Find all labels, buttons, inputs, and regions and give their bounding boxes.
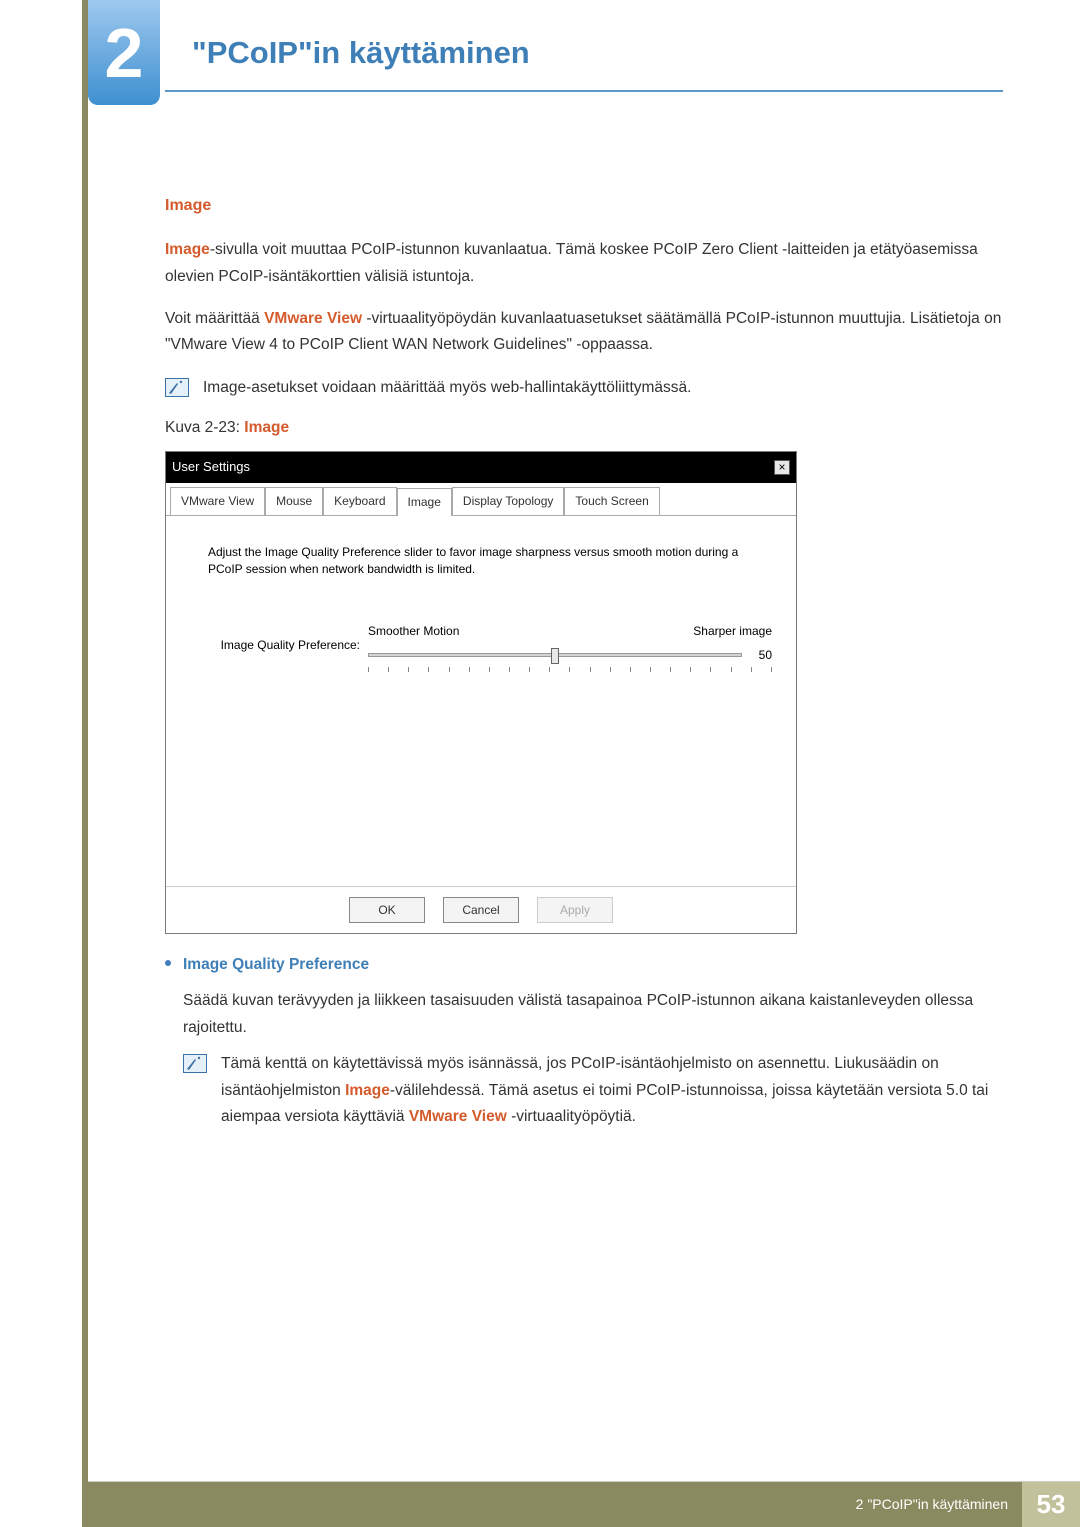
footer-divider	[88, 1481, 1080, 1482]
slider-label: Image Quality Preference:	[190, 621, 368, 655]
para1-rest: -sivulla voit muuttaa PCoIP-istunnon kuv…	[165, 241, 978, 284]
bullet-title: Image Quality Preference	[183, 952, 369, 978]
tab-display-topology[interactable]: Display Topology	[452, 487, 565, 514]
close-icon[interactable]: ×	[774, 460, 790, 475]
figcap-a: Kuva 2-23:	[165, 419, 244, 436]
slider-thumb[interactable]	[551, 648, 559, 664]
bullet-item: Image Quality Preference	[165, 952, 1003, 978]
slider-right-label: Sharper image	[693, 621, 772, 641]
dialog-description: Adjust the Image Quality Preference slid…	[208, 544, 772, 579]
paragraph-2: Voit määrittää VMware View -virtuaalityö…	[165, 306, 1003, 359]
emph-vmware: VMware View	[264, 310, 362, 327]
chapter-underline	[165, 90, 1003, 92]
tab-keyboard[interactable]: Keyboard	[323, 487, 396, 514]
note-icon	[165, 378, 189, 397]
dialog-buttons: OK Cancel Apply	[166, 886, 796, 933]
chapter-title: "PCoIP"in käyttäminen	[192, 35, 530, 71]
emph-image: Image	[165, 241, 210, 258]
note2-d: VMware View	[409, 1108, 507, 1125]
tab-touch-screen[interactable]: Touch Screen	[564, 487, 659, 514]
dialog-body: Adjust the Image Quality Preference slid…	[166, 516, 796, 886]
note-1-text: Image-asetukset voidaan määrittää myös w…	[203, 375, 1003, 401]
chapter-number-badge: 2	[88, 0, 160, 105]
bullet-paragraph: Säädä kuvan terävyyden ja liikkeen tasai…	[183, 988, 1003, 1041]
slider-row: Image Quality Preference: Smoother Motio…	[190, 621, 772, 673]
para2-a: Voit määrittää	[165, 310, 264, 327]
slider-left-label: Smoother Motion	[368, 621, 459, 641]
apply-button: Apply	[537, 897, 613, 923]
page-footer: 2 "PCoIP"in käyttäminen 53	[88, 1481, 1080, 1527]
note-icon	[183, 1054, 207, 1073]
tab-mouse[interactable]: Mouse	[265, 487, 323, 514]
note-1: Image-asetukset voidaan määrittää myös w…	[165, 375, 1003, 401]
footer-bar: 2 "PCoIP"in käyttäminen	[88, 1481, 1022, 1527]
paragraph-1: Image-sivulla voit muuttaa PCoIP-istunno…	[165, 237, 1003, 290]
dialog-tabs: VMware View Mouse Keyboard Image Display…	[166, 483, 796, 515]
slider-track-wrap: 50	[368, 645, 772, 665]
dialog-title: User Settings	[172, 456, 250, 478]
note-2-text: Tämä kenttä on käytettävissä myös isännä…	[221, 1051, 1003, 1130]
image-quality-slider[interactable]	[368, 653, 742, 657]
footer-page-number: 53	[1022, 1481, 1080, 1527]
page-content: Image Image-sivulla voit muuttaa PCoIP-i…	[165, 192, 1003, 1140]
user-settings-dialog: User Settings × VMware View Mouse Keyboa…	[165, 451, 797, 934]
note2-b: Image	[345, 1082, 390, 1099]
cancel-button[interactable]: Cancel	[443, 897, 519, 923]
dialog-titlebar: User Settings ×	[166, 452, 796, 483]
left-margin-bar	[82, 0, 88, 1527]
note2-e: -virtuaalityöpöytiä.	[507, 1108, 636, 1125]
figcap-b: Image	[244, 419, 289, 436]
section-heading: Image	[165, 192, 1003, 219]
slider-ticks	[368, 667, 772, 672]
tab-image[interactable]: Image	[397, 488, 452, 515]
bullet-dot-icon	[165, 960, 171, 966]
tab-vmware-view[interactable]: VMware View	[170, 487, 265, 514]
slider-end-labels: Smoother Motion Sharper image	[368, 621, 772, 641]
ok-button[interactable]: OK	[349, 897, 425, 923]
slider-value: 50	[750, 645, 772, 665]
note-2: Tämä kenttä on käytettävissä myös isännä…	[183, 1051, 1003, 1130]
footer-text: 2 "PCoIP"in käyttäminen	[856, 1496, 1008, 1512]
figure-caption: Kuva 2-23: Image	[165, 415, 1003, 441]
slider-box: Smoother Motion Sharper image 50	[368, 621, 772, 673]
